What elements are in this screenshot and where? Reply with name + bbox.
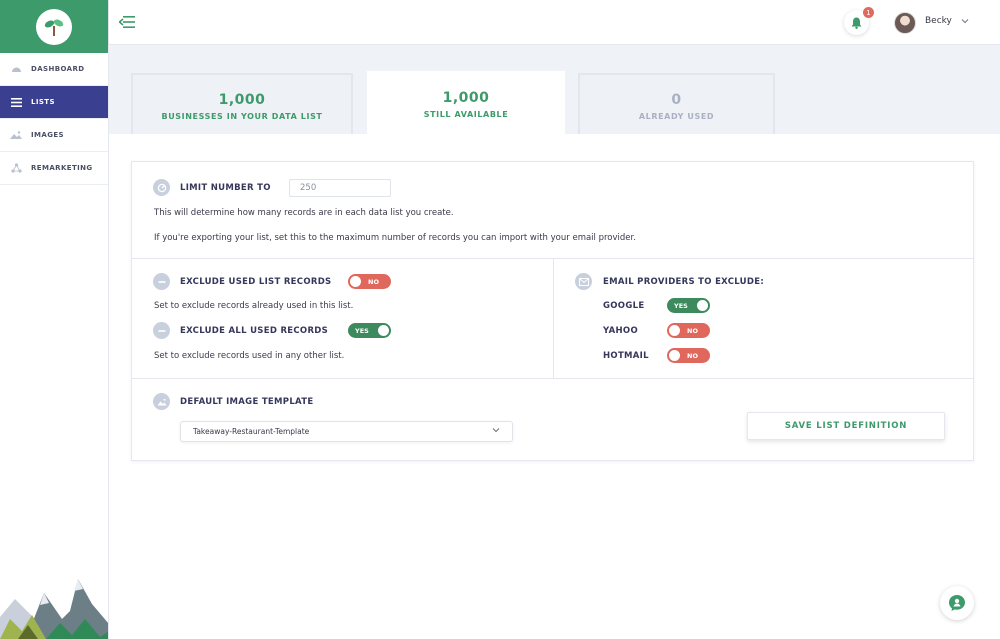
provider-google-label: GOOGLE: [603, 301, 645, 311]
chat-bubble-icon: [949, 595, 965, 611]
image-icon: [153, 393, 170, 410]
provider-hotmail-label: HOTMAIL: [603, 351, 649, 361]
selected-template: Takeaway-Restaurant-Template: [193, 427, 310, 436]
divider: [132, 378, 973, 379]
sidebar: DASHBOARD LISTS IMAGES REMARKETING: [0, 0, 109, 639]
stat-label: ALREADY USED: [638, 112, 715, 121]
list-definition-card: LIMIT NUMBER TO This will determine how …: [131, 161, 974, 461]
minus-circle-icon: [153, 322, 170, 339]
stat-label: BUSINESSES IN YOUR DATA LIST: [161, 112, 323, 121]
exclude-used-list-label: EXCLUDE USED LIST RECORDS: [180, 277, 332, 287]
toggle-label: NO: [368, 277, 379, 286]
user-name[interactable]: Becky: [925, 16, 952, 26]
network-icon: [10, 163, 22, 173]
sidebar-item-label: LISTS: [31, 98, 55, 106]
default-image-template-label: DEFAULT IMAGE TEMPLATE: [180, 397, 314, 407]
exclude-used-list-toggle[interactable]: NO: [348, 274, 391, 289]
limit-help-text-export: If you're exporting your list, set this …: [154, 233, 636, 243]
save-list-definition-button[interactable]: SAVE LIST DEFINITION: [747, 412, 945, 440]
stat-value: 0: [671, 92, 682, 108]
exclude-used-list-help: Set to exclude records already used in t…: [154, 301, 354, 311]
avatar[interactable]: [894, 12, 916, 34]
exclude-all-used-help: Set to exclude records used in any other…: [154, 351, 345, 361]
stats-band: 1,000 BUSINESSES IN YOUR DATA LIST 1,000…: [109, 45, 1000, 134]
gauge-icon: [153, 179, 170, 196]
provider-yahoo-toggle[interactable]: NO: [667, 323, 710, 338]
toggle-knob: [697, 300, 708, 311]
toggle-knob: [669, 325, 680, 336]
gauge-icon: [10, 64, 22, 74]
toggle-label: YES: [355, 326, 369, 335]
sidebar-item-label: DASHBOARD: [31, 65, 85, 73]
stat-value: 1,000: [442, 90, 490, 106]
toggle-label: YES: [674, 301, 688, 310]
email-providers-label: EMAIL PROVIDERS TO EXCLUDE:: [603, 277, 765, 287]
logo-area: [0, 0, 108, 53]
provider-hotmail-toggle[interactable]: NO: [667, 348, 710, 363]
toggle-label: NO: [687, 351, 698, 360]
envelope-icon: [575, 273, 592, 290]
chat-support-button[interactable]: [940, 586, 974, 620]
provider-yahoo-label: YAHOO: [603, 326, 638, 336]
collapse-menu-icon[interactable]: [119, 15, 135, 29]
stat-already-used[interactable]: 0 ALREADY USED: [578, 73, 775, 134]
limit-number-input[interactable]: [289, 179, 391, 197]
sidebar-item-label: REMARKETING: [31, 164, 93, 172]
list-icon: [10, 97, 22, 107]
toggle-label: NO: [687, 326, 698, 335]
limit-number-label: LIMIT NUMBER TO: [180, 183, 271, 193]
sidebar-item-lists[interactable]: LISTS: [0, 86, 108, 119]
stat-still-available[interactable]: 1,000 STILL AVAILABLE: [367, 71, 565, 134]
divider: [553, 258, 554, 378]
image-icon: [10, 130, 22, 140]
chevron-down-icon[interactable]: [961, 18, 969, 24]
provider-google-toggle[interactable]: YES: [667, 298, 710, 313]
mountains-illustration: [0, 579, 108, 639]
notification-badge: 1: [863, 7, 874, 18]
stat-total-businesses[interactable]: 1,000 BUSINESSES IN YOUR DATA LIST: [131, 73, 353, 134]
image-template-select[interactable]: Takeaway-Restaurant-Template: [180, 421, 513, 442]
sidebar-item-dashboard[interactable]: DASHBOARD: [0, 53, 108, 86]
sprout-logo-icon[interactable]: [36, 8, 72, 45]
sidebar-item-label: IMAGES: [31, 131, 64, 139]
stat-label: STILL AVAILABLE: [423, 110, 509, 119]
bell-icon: [851, 17, 862, 29]
chevron-down-icon: [492, 428, 500, 433]
top-header: 1 Becky: [109, 0, 1000, 45]
toggle-knob: [378, 325, 389, 336]
toggle-knob: [350, 276, 361, 287]
limit-help-text: This will determine how many records are…: [154, 208, 454, 218]
minus-circle-icon: [153, 273, 170, 290]
toggle-knob: [669, 350, 680, 361]
stat-value: 1,000: [218, 92, 266, 108]
exclude-all-used-label: EXCLUDE ALL USED RECORDS: [180, 326, 329, 336]
exclude-all-used-toggle[interactable]: YES: [348, 323, 391, 338]
sidebar-item-images[interactable]: IMAGES: [0, 119, 108, 152]
sidebar-item-remarketing[interactable]: REMARKETING: [0, 152, 108, 185]
